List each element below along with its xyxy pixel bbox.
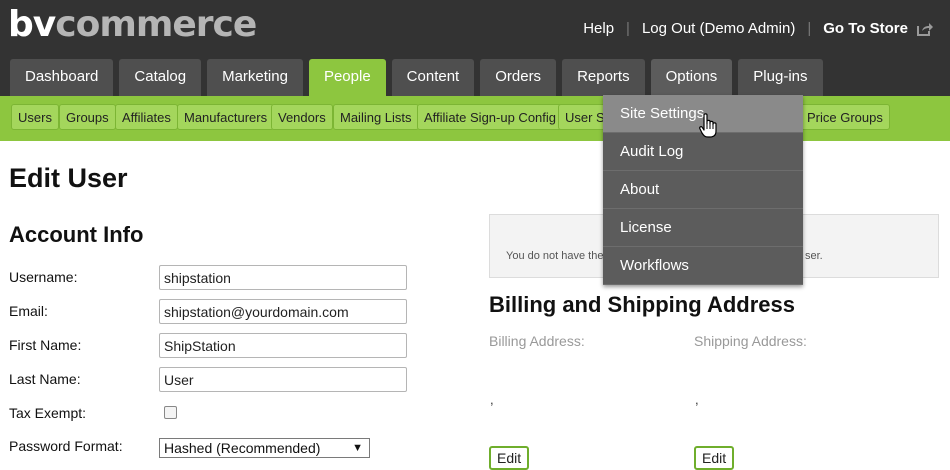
subnav-groups[interactable]: Groups	[59, 104, 116, 130]
main-tabs: Dashboard Catalog Marketing People Conte…	[10, 59, 829, 96]
first-name-row: First Name:	[9, 333, 409, 358]
dropdown-arrow-icon: ▼	[352, 442, 363, 454]
menu-item-license[interactable]: License	[603, 209, 803, 247]
subnav-affiliate-signup-config[interactable]: Affiliate Sign-up Config	[417, 104, 564, 130]
external-link-icon	[916, 21, 934, 37]
shipping-address-value: ,	[695, 392, 699, 407]
tab-people[interactable]: People	[308, 59, 386, 96]
shipping-address-label: Shipping Address:	[694, 333, 807, 349]
tax-exempt-checkbox[interactable]	[164, 406, 177, 419]
edit-shipping-button[interactable]: Edit	[694, 446, 735, 470]
email-input[interactable]	[159, 299, 407, 324]
username-input[interactable]	[159, 265, 407, 290]
logout-link[interactable]: Log Out (Demo Admin)	[642, 20, 795, 37]
billing-shipping-heading: Billing and Shipping Address	[489, 292, 795, 317]
tax-exempt-label: Tax Exempt:	[9, 405, 87, 421]
first-name-label: First Name:	[9, 337, 82, 353]
billing-address-label: Billing Address:	[489, 333, 585, 349]
notice-text-left: You do not have the	[506, 250, 604, 262]
tax-exempt-row: Tax Exempt:	[9, 401, 409, 426]
email-row: Email:	[9, 299, 409, 324]
billing-address-value: ,	[490, 392, 494, 407]
email-label: Email:	[9, 303, 48, 319]
last-name-label: Last Name:	[9, 371, 81, 387]
tab-options[interactable]: Options	[650, 59, 733, 96]
subnav-price-groups[interactable]: Price Groups	[800, 104, 890, 130]
menu-item-audit-log[interactable]: Audit Log	[603, 133, 803, 171]
tab-content[interactable]: Content	[391, 59, 475, 96]
menu-item-about[interactable]: About	[603, 171, 803, 209]
tab-reports[interactable]: Reports	[562, 59, 645, 96]
options-dropdown-menu: Site Settings Audit Log About License Wo…	[603, 95, 803, 285]
username-row: Username:	[9, 265, 409, 290]
subnav-vendors[interactable]: Vendors	[271, 104, 333, 130]
password-format-select[interactable]: Hashed (Recommended) ▼	[159, 438, 370, 458]
subnav-affiliates[interactable]: Affiliates	[115, 104, 178, 130]
page-title: Edit User	[9, 163, 128, 193]
divider: |	[807, 20, 812, 37]
tab-marketing[interactable]: Marketing	[207, 59, 303, 96]
subnav-manufacturers[interactable]: Manufacturers	[177, 104, 275, 130]
tab-plugins[interactable]: Plug-ins	[738, 59, 823, 96]
subnav-user-signup[interactable]: User S	[558, 104, 608, 130]
edit-billing-button[interactable]: Edit	[489, 446, 530, 470]
menu-item-site-settings[interactable]: Site Settings	[603, 95, 803, 138]
username-label: Username:	[9, 269, 78, 285]
top-links: Help | Log Out (Demo Admin) | Go To Stor…	[583, 20, 934, 37]
people-subnav: Users Groups Affiliates Manufacturers Ve…	[0, 96, 950, 141]
tab-orders[interactable]: Orders	[480, 59, 557, 96]
account-info-heading: Account Info	[9, 222, 144, 247]
menu-item-workflows[interactable]: Workflows	[603, 247, 803, 285]
help-link[interactable]: Help	[583, 20, 614, 37]
tab-catalog[interactable]: Catalog	[119, 59, 202, 96]
first-name-input[interactable]	[159, 333, 407, 358]
subnav-mailing-lists[interactable]: Mailing Lists	[333, 104, 419, 130]
password-format-label: Password Format:	[9, 438, 123, 454]
bvcommerce-logo[interactable]: bvcommerce	[8, 4, 257, 46]
divider: |	[626, 20, 630, 37]
last-name-input[interactable]	[159, 367, 407, 392]
last-name-row: Last Name:	[9, 367, 409, 392]
subnav-users[interactable]: Users	[11, 104, 59, 130]
tab-dashboard[interactable]: Dashboard	[10, 59, 114, 96]
notice-text-right: ser.	[805, 250, 823, 262]
go-to-store-link[interactable]: Go To Store	[823, 20, 934, 37]
